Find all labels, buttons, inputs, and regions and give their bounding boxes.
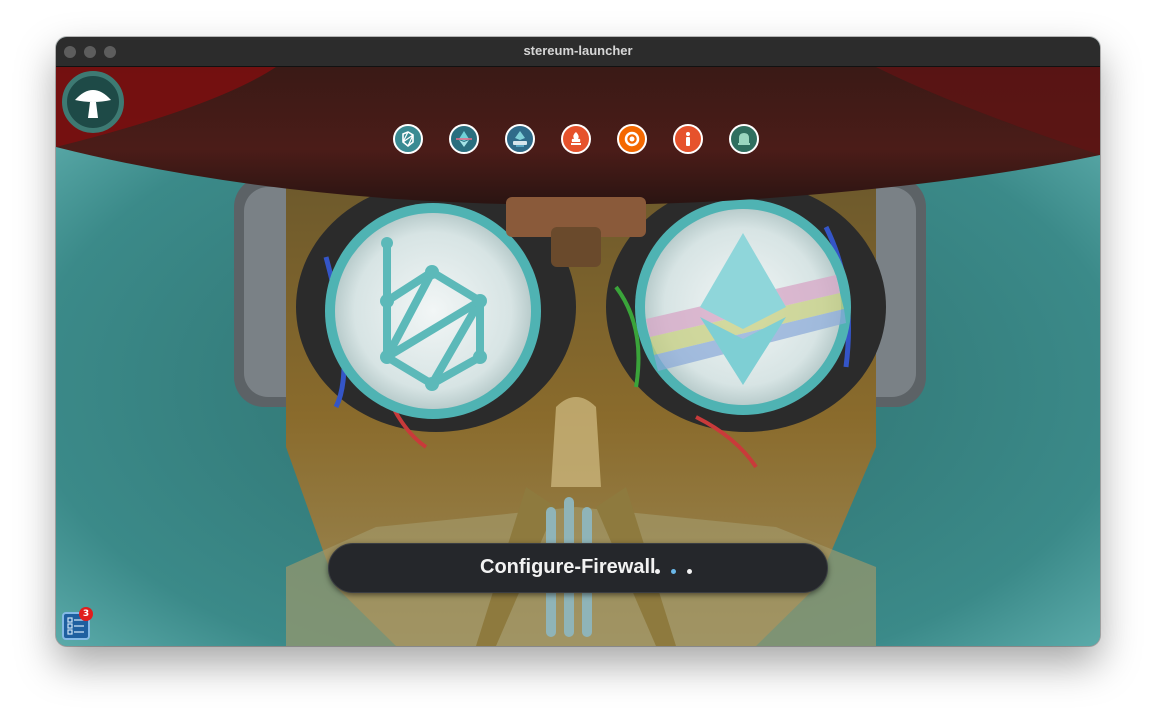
app-window: stereum-launcher Configure-Firewall 3 bbox=[56, 37, 1100, 646]
prometheus-icon bbox=[571, 132, 581, 145]
window-title: stereum-launcher bbox=[523, 43, 633, 58]
service-node-install[interactable] bbox=[505, 124, 535, 154]
progress-dot bbox=[687, 569, 692, 574]
service-prometheus[interactable] bbox=[561, 124, 591, 154]
title-bar: stereum-launcher bbox=[56, 37, 1100, 67]
progress-dot-active bbox=[671, 569, 676, 574]
service-ethereum[interactable] bbox=[449, 124, 479, 154]
service-ssv[interactable] bbox=[393, 124, 423, 154]
launcher-stage: Configure-Firewall 3 bbox=[56, 67, 1100, 646]
service-info[interactable] bbox=[673, 124, 703, 154]
notification-bell-icon bbox=[738, 133, 750, 145]
status-message: Configure-Firewall bbox=[480, 556, 656, 578]
node-install-icon bbox=[513, 131, 527, 147]
service-grafana[interactable] bbox=[617, 124, 647, 154]
installation-status-bar: Configure-Firewall bbox=[328, 543, 828, 593]
progress-dot bbox=[655, 569, 660, 574]
ssv-network-icon bbox=[402, 131, 414, 148]
service-notifications[interactable] bbox=[729, 124, 759, 154]
stereum-logo-button[interactable] bbox=[62, 71, 124, 133]
task-count-badge: 3 bbox=[79, 607, 93, 621]
ethereum-icon bbox=[456, 131, 472, 147]
info-icon bbox=[686, 132, 690, 146]
mushroom-logo-icon bbox=[75, 90, 111, 118]
grafana-icon bbox=[624, 131, 640, 147]
